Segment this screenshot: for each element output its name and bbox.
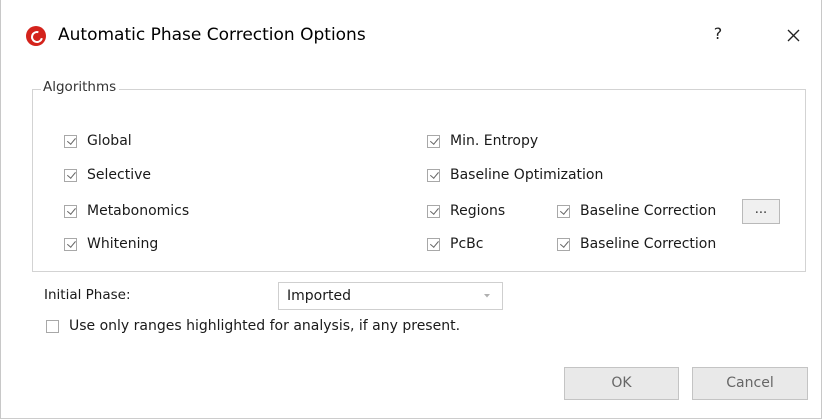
checkbox-regions-label: Regions [450,203,506,219]
checkbox-regions-baseline-correction-box[interactable] [557,204,570,218]
dialog-title: Automatic Phase Correction Options [58,25,366,45]
checkbox-pcbc-label: PcBc [450,236,484,252]
checkbox-global[interactable]: Global [64,130,132,152]
initial-phase-value: Imported [287,288,351,304]
checkbox-baseline-optimization-box[interactable] [427,168,440,182]
checkbox-pcbc[interactable]: PcBc [427,233,483,255]
cancel-button[interactable]: Cancel [692,367,808,400]
algorithms-legend: Algorithms [41,79,120,95]
checkbox-selective-box[interactable] [64,168,77,182]
checkbox-whitening[interactable]: Whitening [64,233,158,255]
checkbox-baseline-optimization[interactable]: Baseline Optimization [427,164,603,186]
help-button[interactable]: ? [706,22,730,46]
checkbox-pcbc-baseline-correction[interactable]: Baseline Correction [557,233,716,255]
checkbox-metabonomics[interactable]: Metabonomics [64,200,189,222]
checkbox-regions-baseline-correction[interactable]: Baseline Correction [557,200,716,222]
app-logo-icon [26,26,46,46]
initial-phase-label: Initial Phase: [44,287,131,303]
checkbox-min-entropy-label: Min. Entropy [450,133,539,149]
checkbox-selective[interactable]: Selective [64,164,151,186]
checkbox-selective-label: Selective [87,167,151,183]
checkbox-pcbc-baseline-correction-box[interactable] [557,237,570,251]
checkbox-min-entropy-box[interactable] [427,134,440,148]
checkbox-regions[interactable]: Regions [427,200,505,222]
close-button[interactable] [780,22,806,48]
checkbox-whitening-label: Whitening [87,236,159,252]
dropdown-arrow-icon [484,294,490,298]
checkbox-metabonomics-box[interactable] [64,204,77,218]
close-icon [787,29,800,42]
checkbox-use-only-ranges-label: Use only ranges highlighted for analysis… [69,318,461,334]
checkbox-regions-box[interactable] [427,204,440,218]
checkbox-min-entropy[interactable]: Min. Entropy [427,130,538,152]
checkbox-pcbc-baseline-correction-label: Baseline Correction [580,236,717,252]
initial-phase-select[interactable]: Imported [278,282,503,310]
checkbox-global-box[interactable] [64,134,77,148]
ok-button[interactable]: OK [564,367,679,400]
checkbox-global-label: Global [87,133,132,149]
checkbox-pcbc-box[interactable] [427,237,440,251]
checkbox-baseline-optimization-label: Baseline Optimization [450,167,604,183]
phase-correction-dialog: Automatic Phase Correction Options ? Alg… [0,0,822,419]
checkbox-whitening-box[interactable] [64,237,77,251]
dialog-footer: OK Cancel [1,345,821,419]
checkbox-use-only-ranges-box[interactable] [46,319,59,333]
title-bar: Automatic Phase Correction Options ? [1,0,821,72]
checkbox-use-only-ranges[interactable]: Use only ranges highlighted for analysis… [46,315,460,337]
baseline-correction-settings-button[interactable]: ... [742,199,780,224]
checkbox-metabonomics-label: Metabonomics [87,203,190,219]
checkbox-regions-baseline-correction-label: Baseline Correction [580,203,717,219]
